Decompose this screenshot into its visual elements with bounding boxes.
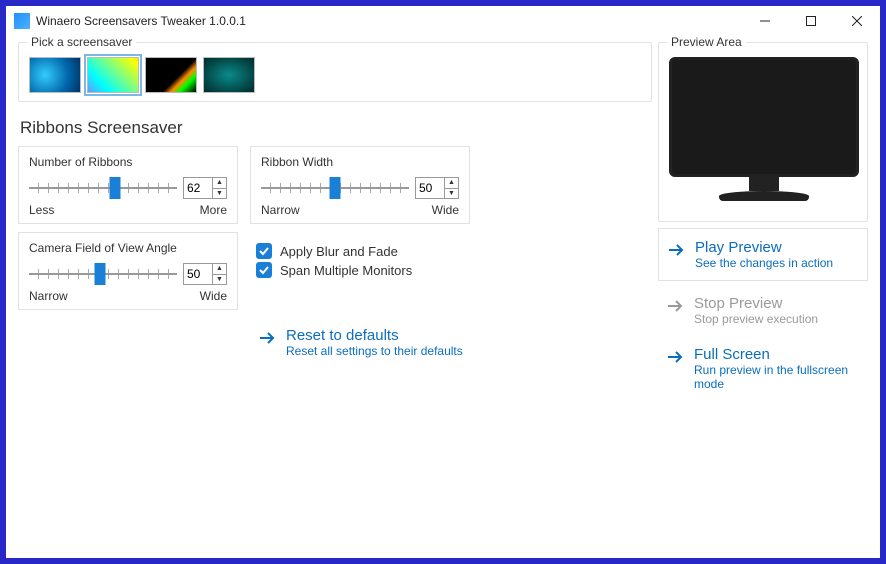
preview-label: Preview Area [667, 35, 746, 49]
ribbon-width-label: Ribbon Width [261, 155, 459, 169]
content-area: Pick a screensaver Ribbons Screensaver N… [6, 36, 880, 558]
link-title: Stop Preview [694, 295, 818, 312]
application-window: Winaero Screensavers Tweaker 1.0.0.1 Pic… [6, 6, 880, 558]
slider-thumb[interactable] [109, 177, 120, 199]
range-max: Wide [200, 289, 227, 303]
link-title: Reset to defaults [286, 327, 463, 344]
link-title: Full Screen [694, 346, 860, 363]
maximize-button[interactable] [788, 6, 834, 36]
reset-defaults-link[interactable]: Reset to defaults Reset all settings to … [250, 317, 471, 368]
close-button[interactable] [834, 6, 880, 36]
link-title: Play Preview [695, 239, 833, 256]
thumbnail-row [29, 53, 641, 93]
arrow-right-icon [667, 241, 685, 259]
screensaver-thumb-bubbles[interactable] [29, 57, 81, 93]
fov-label: Camera Field of View Angle [29, 241, 227, 255]
window-controls [742, 6, 880, 36]
settings-col-right: Ribbon Width ▲▼ Narrow Wide [250, 146, 471, 368]
window-title: Winaero Screensavers Tweaker 1.0.0.1 [36, 14, 742, 28]
ribbons-count-spinner[interactable]: ▲▼ [183, 177, 227, 199]
spinner-down-icon[interactable]: ▼ [213, 275, 226, 285]
minimize-button[interactable] [742, 6, 788, 36]
settings-row: Number of Ribbons ▲▼ LessMore [18, 146, 652, 368]
ribbons-count-input[interactable] [184, 181, 212, 195]
section-title: Ribbons Screensaver [20, 118, 652, 138]
checkbox-icon [256, 243, 272, 259]
checkbox-icon [256, 262, 272, 278]
ribbon-width-spinner[interactable]: ▲▼ [415, 177, 459, 199]
ribbons-count-group: Number of Ribbons ▲▼ Less More [18, 146, 238, 224]
link-subtitle: Reset all settings to their defaults [286, 344, 463, 358]
spinner-up-icon[interactable]: ▲ [213, 178, 226, 189]
spinner-up-icon[interactable]: ▲ [213, 264, 226, 275]
screensaver-picker: Pick a screensaver [18, 42, 652, 102]
ribbon-width-slider[interactable] [261, 175, 409, 201]
range-min: Less [29, 203, 54, 217]
blur-fade-checkbox[interactable]: Apply Blur and Fade [256, 243, 471, 259]
range-max: Wide [432, 203, 459, 217]
link-subtitle: See the changes in action [695, 256, 833, 270]
range-min: Narrow [261, 203, 300, 217]
arrow-right-icon [258, 329, 276, 347]
app-icon [14, 13, 30, 29]
spinner-down-icon[interactable]: ▼ [213, 189, 226, 199]
right-pane: Preview Area Play Preview See the change… [658, 42, 868, 546]
screensaver-thumb-mystify[interactable] [145, 57, 197, 93]
range-max: More [200, 203, 227, 217]
left-pane: Pick a screensaver Ribbons Screensaver N… [18, 42, 652, 546]
span-monitors-checkbox[interactable]: Span Multiple Monitors [256, 262, 471, 278]
range-min: Narrow [29, 289, 68, 303]
checkbox-group: Apply Blur and Fade Span Multiple Monito… [250, 232, 471, 281]
checkbox-label: Span Multiple Monitors [280, 263, 412, 278]
play-preview-link[interactable]: Play Preview See the changes in action [658, 228, 868, 281]
link-subtitle: Stop preview execution [694, 312, 818, 326]
screensaver-thumb-aurora[interactable] [203, 57, 255, 93]
stop-preview-link: Stop Preview Stop preview execution [658, 285, 868, 336]
slider-thumb[interactable] [330, 177, 341, 199]
ribbons-count-label: Number of Ribbons [29, 155, 227, 169]
slider-thumb[interactable] [95, 263, 106, 285]
full-screen-link[interactable]: Full Screen Run preview in the fullscree… [658, 336, 868, 401]
link-subtitle: Run preview in the fullscreen mode [694, 363, 860, 391]
checkbox-label: Apply Blur and Fade [280, 244, 398, 259]
ribbon-width-group: Ribbon Width ▲▼ Narrow Wide [250, 146, 470, 224]
fov-input[interactable] [184, 267, 212, 281]
spinner-down-icon[interactable]: ▼ [445, 189, 458, 199]
ribbon-width-input[interactable] [416, 181, 444, 195]
titlebar: Winaero Screensavers Tweaker 1.0.0.1 [6, 6, 880, 36]
settings-col-left: Number of Ribbons ▲▼ LessMore [18, 146, 238, 368]
screensaver-thumb-ribbons[interactable] [87, 57, 139, 93]
fov-slider[interactable] [29, 261, 177, 287]
ribbons-count-slider[interactable] [29, 175, 177, 201]
fov-spinner[interactable]: ▲▼ [183, 263, 227, 285]
monitor-icon [669, 57, 859, 207]
preview-area: Preview Area [658, 42, 868, 222]
arrow-right-icon [666, 348, 684, 366]
spinner-up-icon[interactable]: ▲ [445, 178, 458, 189]
picker-label: Pick a screensaver [27, 35, 136, 49]
arrow-right-icon [666, 297, 684, 315]
fov-group: Camera Field of View Angle ▲▼ Narro [18, 232, 238, 310]
